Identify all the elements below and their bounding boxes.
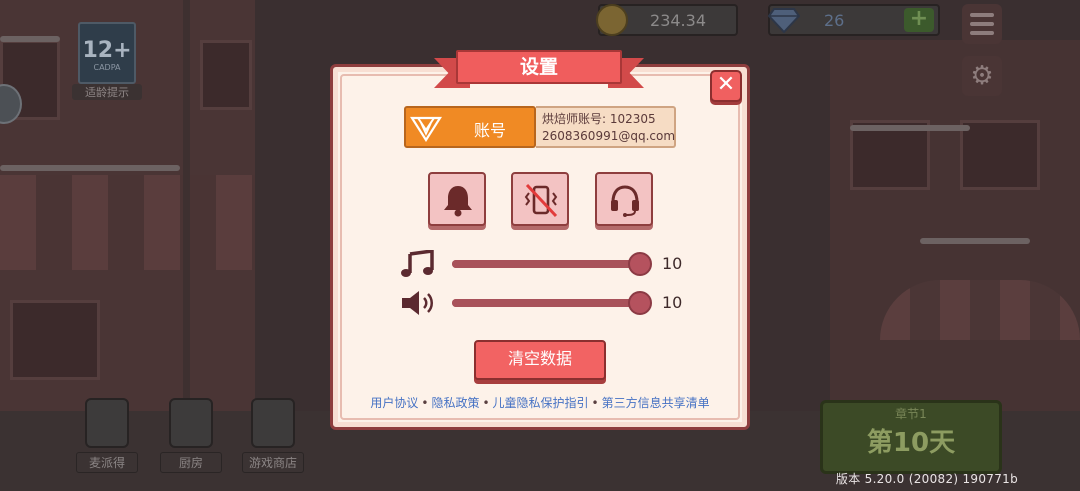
building-window: [960, 120, 1040, 190]
nav-shop[interactable]: 游戏商店: [242, 398, 304, 474]
building-window: [200, 40, 252, 110]
chapter-day: 第10天: [866, 428, 956, 458]
account-email: 2608360991@qq.com: [542, 129, 676, 143]
sfx-volume-value: 10: [662, 293, 683, 312]
speaker-icon: [402, 291, 433, 315]
age-rating-label: 适龄提示: [72, 84, 142, 100]
account-info-box: 烘焙师账号: 102305 2608360991@qq.com: [536, 106, 676, 148]
age-rating-org: CADPA: [93, 63, 121, 72]
gear-icon[interactable]: ⚙: [962, 56, 1002, 96]
headset-icon: [611, 185, 639, 217]
snow-ledge: [0, 165, 180, 171]
link-separator: •: [591, 396, 599, 410]
account-id: 烘焙师账号: 102305: [542, 112, 656, 126]
menu-button[interactable]: [962, 4, 1002, 44]
chapter-title: 章节1: [895, 407, 927, 421]
diamond-icon: [768, 8, 800, 33]
nav-label: 厨房: [160, 452, 222, 473]
settings-title: 设置: [456, 50, 622, 84]
link-separator: •: [421, 396, 429, 410]
settings-title-ribbon: 设置: [434, 50, 644, 88]
snow-ledge: [0, 36, 60, 42]
nav-label: 麦派得: [76, 452, 138, 473]
baker-logo-icon: [410, 116, 442, 142]
menu-icon: [970, 31, 994, 35]
sfx-volume-slider[interactable]: [452, 291, 652, 315]
tablet-icon: [85, 398, 129, 448]
sound-toggle[interactable]: [428, 172, 486, 226]
add-gems-button[interactable]: +: [904, 8, 934, 32]
music-volume-fill: [452, 260, 640, 268]
music-volume-value: 10: [662, 254, 683, 273]
coin-icon: [596, 4, 628, 36]
nav-kitchen[interactable]: 厨房: [160, 398, 222, 474]
close-button[interactable]: ✕: [710, 70, 742, 102]
music-volume-knob[interactable]: [628, 252, 652, 276]
awning-stripes: [0, 175, 255, 270]
menu-icon: [970, 22, 994, 26]
right-building: [830, 40, 1080, 460]
gem-counter: 26 +: [768, 4, 940, 36]
clear-data-button[interactable]: 清空数据: [474, 340, 606, 380]
nav-tablet[interactable]: 麦派得: [76, 398, 138, 474]
sfx-volume-fill: [452, 299, 640, 307]
street-pole: [183, 0, 190, 400]
chapter-panel[interactable]: 章节1 第10天: [820, 400, 1002, 474]
snow-ledge: [920, 238, 1030, 244]
coin-value: 234.34: [650, 11, 706, 30]
vibration-toggle[interactable]: [511, 172, 569, 226]
user-agreement-link[interactable]: 用户协议: [370, 396, 418, 410]
music-volume-slider[interactable]: [452, 252, 652, 276]
lock-icon: [169, 398, 213, 448]
support-button[interactable]: [595, 172, 653, 226]
sfx-volume-knob[interactable]: [628, 291, 652, 315]
age-rating-badge[interactable]: 12+ CADPA: [78, 22, 136, 84]
account-button[interactable]: 账号: [404, 106, 536, 148]
building-window: [10, 300, 100, 380]
legal-links: 用户协议 • 隐私政策 • 儿童隐私保护指引 • 第三方信息共享清单: [340, 394, 740, 411]
awning-stripes: [880, 280, 1080, 340]
privacy-policy-link[interactable]: 隐私政策: [431, 396, 479, 410]
gem-value: 26: [824, 11, 845, 30]
music-volume-row: 10: [400, 250, 700, 278]
coin-counter: 234.34: [596, 4, 738, 36]
third-party-sharing-link[interactable]: 第三方信息共享清单: [602, 396, 710, 410]
vibration-off-icon: [524, 183, 558, 218]
menu-icon: [970, 13, 994, 17]
link-separator: •: [482, 396, 490, 410]
shop-icon: [251, 398, 295, 448]
bell-icon: [444, 186, 472, 217]
account-button-label: 账号: [473, 121, 506, 140]
snow-ledge: [850, 125, 970, 131]
sfx-volume-row: 10: [400, 289, 700, 317]
version-text: 版本 5.20.0 (20082) 190771b: [835, 472, 1018, 486]
age-rating-number: 12+: [82, 38, 132, 63]
music-note-icon: [401, 250, 434, 277]
nav-label: 游戏商店: [242, 452, 304, 473]
child-privacy-link[interactable]: 儿童隐私保护指引: [493, 396, 589, 410]
